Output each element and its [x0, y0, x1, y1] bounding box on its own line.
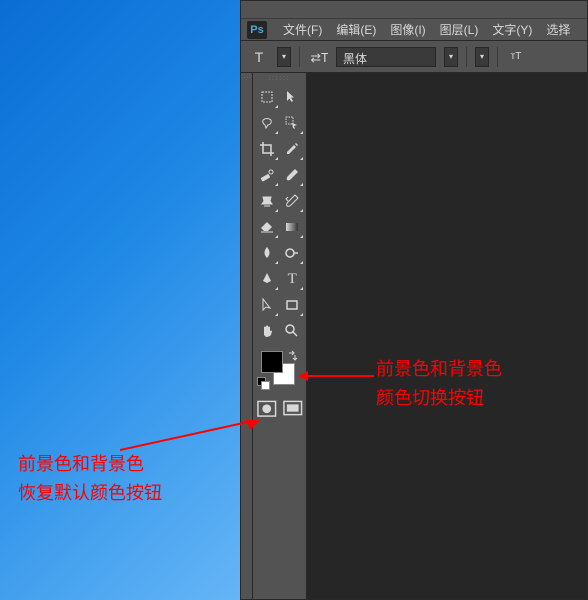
dodge-tool[interactable]: [281, 241, 305, 265]
history-brush-tool[interactable]: [281, 189, 305, 213]
zoom-tool[interactable]: [281, 319, 305, 343]
crop-tool[interactable]: [255, 137, 279, 161]
options-bar: T ▾ ⇄T 黑体 ▾ ▾ тT: [241, 41, 587, 73]
menu-edit[interactable]: 编辑(E): [330, 19, 382, 40]
marquee-tool[interactable]: [255, 85, 279, 109]
color-swatches: [255, 349, 304, 395]
healing-brush-tool[interactable]: [255, 163, 279, 187]
photoshop-window: Ps 文件(F) 编辑(E) 图像(I) 图层(L) 文字(Y) 选择 T ▾ …: [240, 0, 588, 600]
foreground-color-swatch[interactable]: [261, 351, 283, 373]
annotation-default-label: 前景色和背景色 恢复默认颜色按钮: [18, 450, 162, 508]
quick-select-tool[interactable]: [281, 111, 305, 135]
collapsed-panel[interactable]: ::::: [241, 73, 253, 599]
screenmode-button[interactable]: [281, 399, 305, 419]
divider: [466, 47, 467, 67]
annotation-arrow-default: [120, 420, 260, 452]
tools-grip-icon[interactable]: ::::::: [255, 75, 304, 83]
title-bar: [241, 1, 587, 19]
menu-type[interactable]: 文字(Y): [486, 19, 538, 40]
menu-layer[interactable]: 图层(L): [434, 19, 485, 40]
font-family-dropdown[interactable]: ▾: [444, 47, 458, 67]
pen-tool[interactable]: [255, 267, 279, 291]
type-tool[interactable]: T: [281, 267, 305, 291]
panel-grip-icon[interactable]: ::::: [241, 73, 252, 81]
font-style-dropdown[interactable]: ▾: [475, 47, 489, 67]
lasso-tool[interactable]: [255, 111, 279, 135]
shape-tool[interactable]: [281, 293, 305, 317]
canvas-area[interactable]: [307, 73, 587, 599]
font-family-select[interactable]: 黑体: [336, 47, 436, 67]
menu-bar: Ps 文件(F) 编辑(E) 图像(I) 图层(L) 文字(Y) 选择: [241, 19, 587, 41]
swap-colors-button[interactable]: [287, 349, 299, 361]
tool-preset-dropdown[interactable]: ▾: [277, 47, 291, 67]
app-logo: Ps: [247, 21, 267, 39]
blur-tool[interactable]: [255, 241, 279, 265]
default-colors-button[interactable]: [257, 377, 269, 389]
menu-file[interactable]: 文件(F): [277, 19, 328, 40]
menu-select[interactable]: 选择: [540, 19, 576, 40]
tools-panel: ::::::: [253, 73, 307, 599]
font-size-icon: тT: [506, 47, 526, 67]
hand-tool[interactable]: [255, 319, 279, 343]
brush-tool[interactable]: [281, 163, 305, 187]
gradient-tool[interactable]: [281, 215, 305, 239]
eyedropper-tool[interactable]: [281, 137, 305, 161]
text-orientation-icon[interactable]: ⇄T: [308, 47, 328, 67]
divider: [497, 47, 498, 67]
quickmask-button[interactable]: [255, 399, 279, 419]
divider: [299, 47, 300, 67]
type-tool-preset-icon[interactable]: T: [249, 47, 269, 67]
path-select-tool[interactable]: [255, 293, 279, 317]
menu-image[interactable]: 图像(I): [384, 19, 431, 40]
move-tool[interactable]: [281, 85, 305, 109]
eraser-tool[interactable]: [255, 215, 279, 239]
workspace: :::: ::::::: [241, 73, 587, 599]
clone-stamp-tool[interactable]: [255, 189, 279, 213]
svg-text:⇄T: ⇄T: [311, 51, 329, 65]
